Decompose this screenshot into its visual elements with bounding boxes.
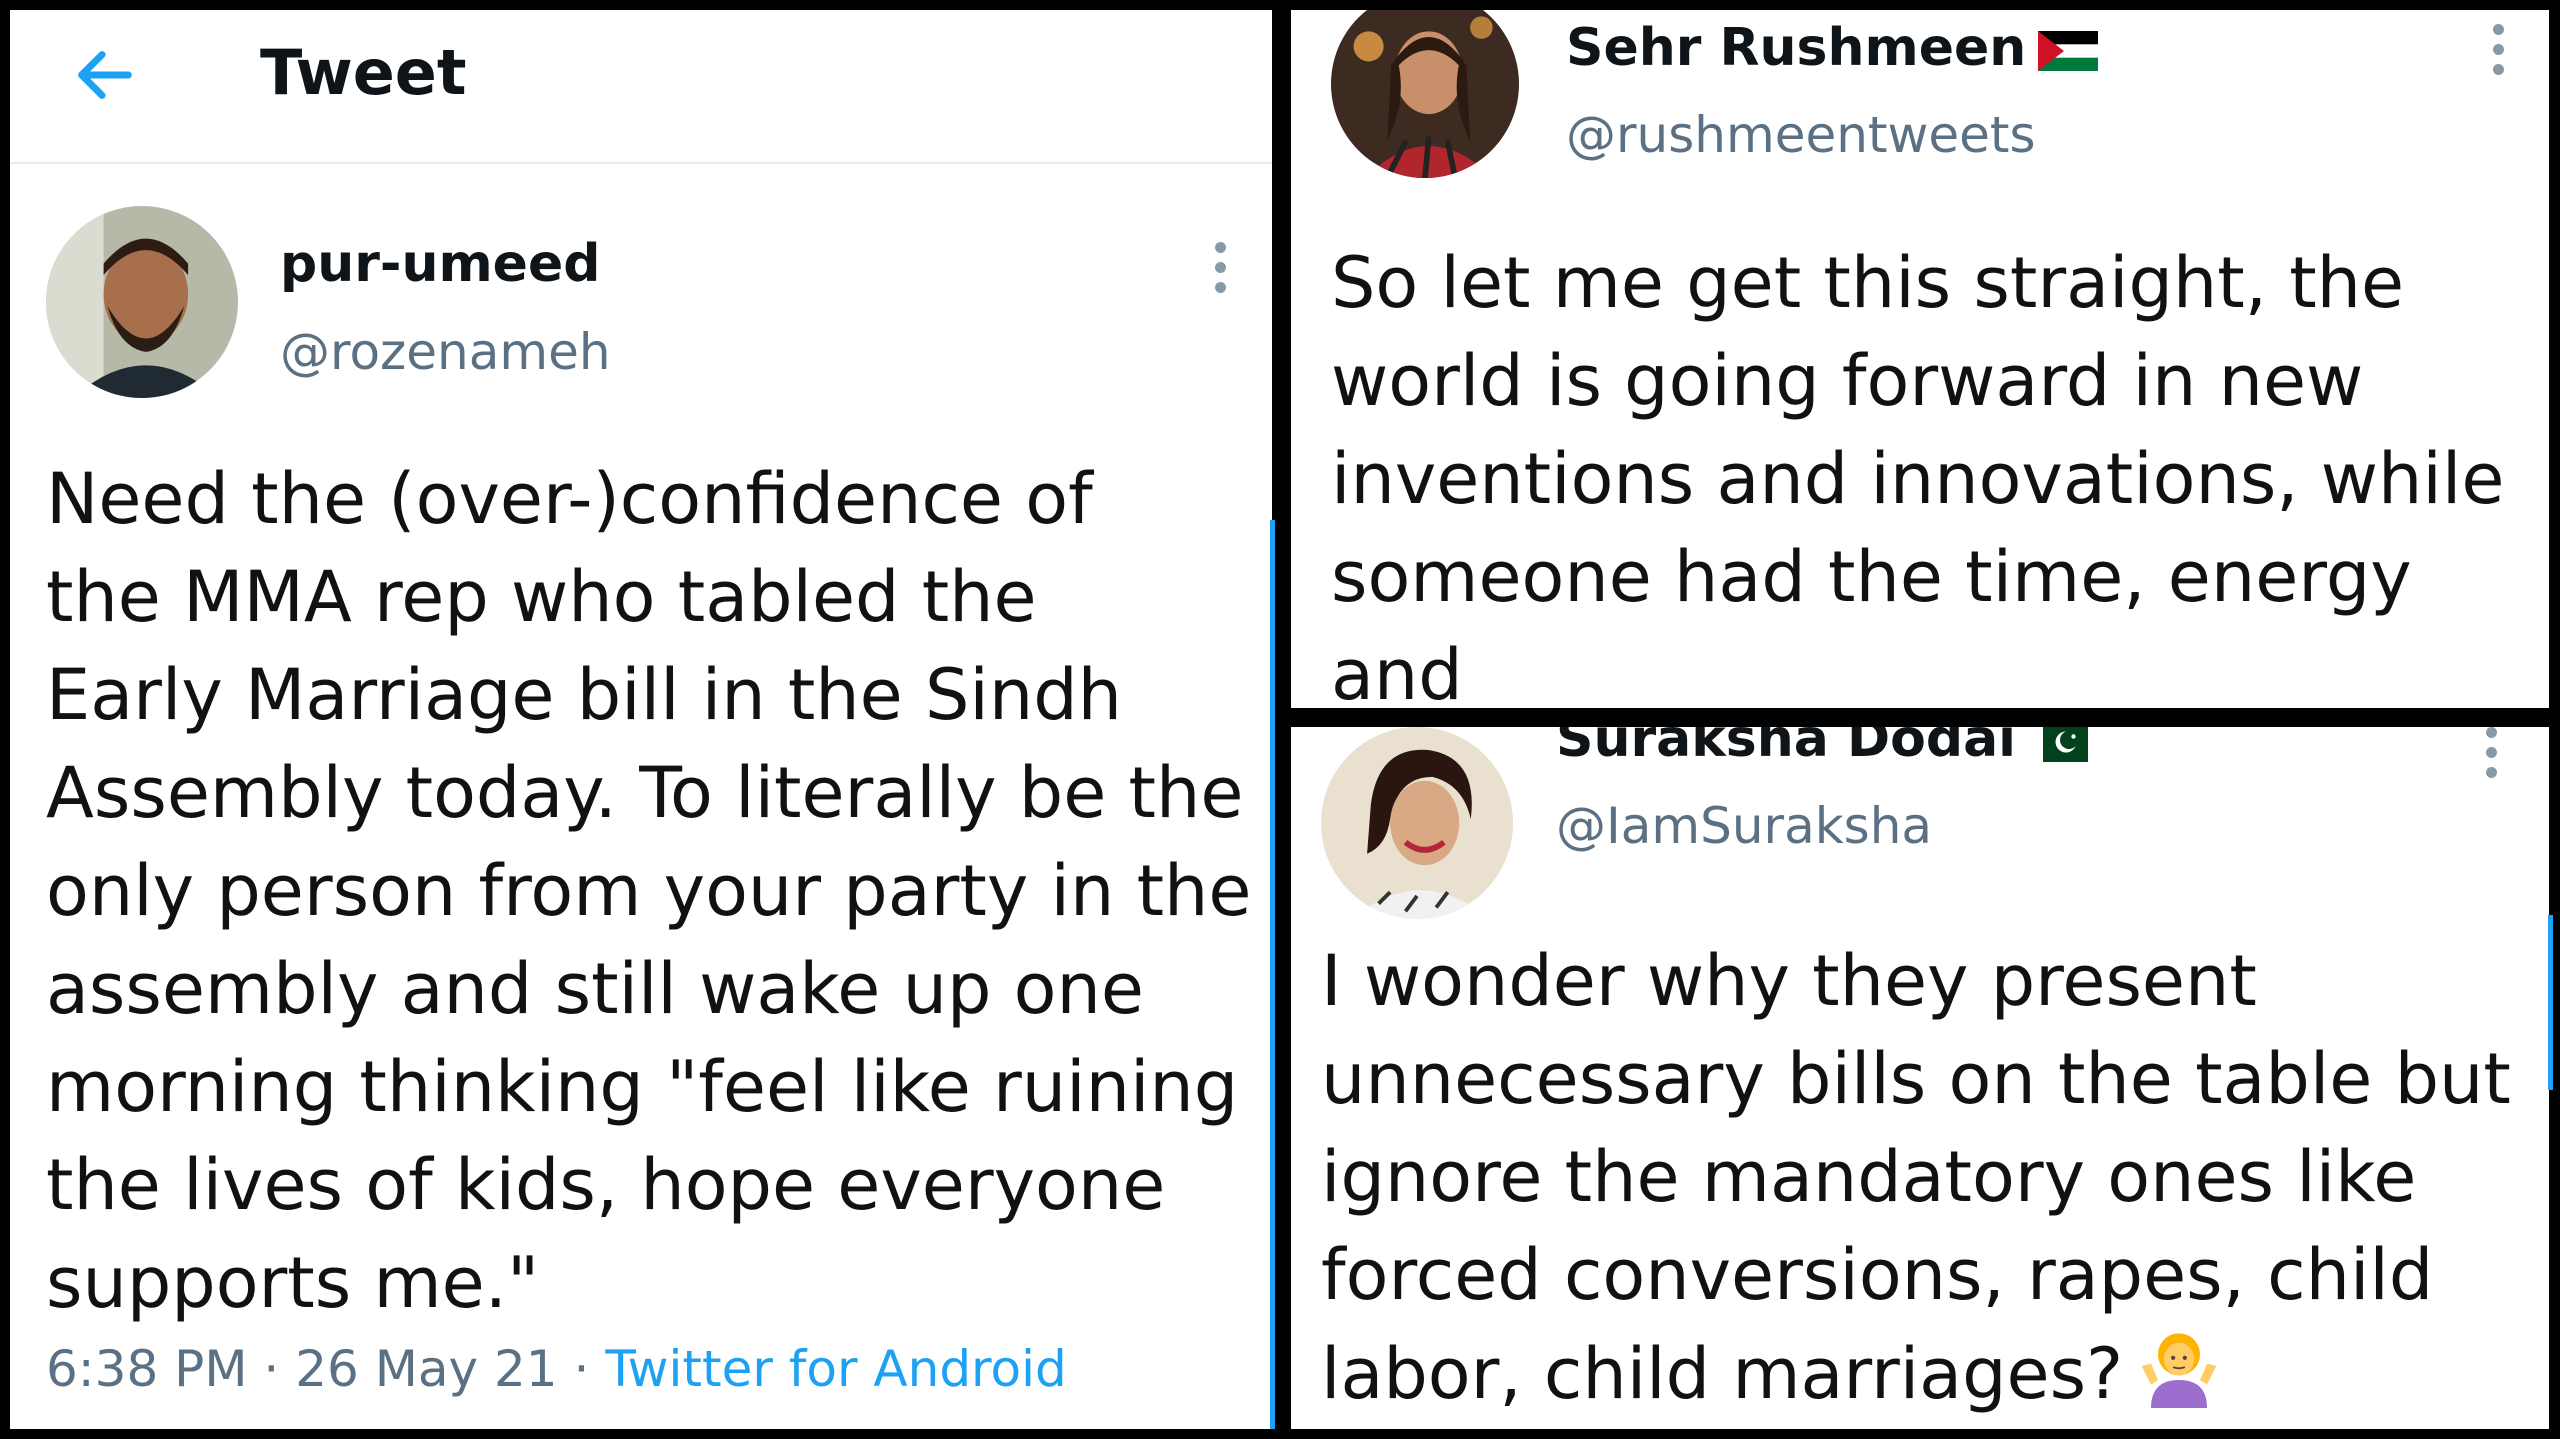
person-shrugging-emoji-icon — [2141, 1333, 2217, 1408]
meta-separator: · — [263, 1340, 280, 1398]
tweet-header-bar: Tweet — [10, 10, 1272, 164]
tweet-panel: Suraksha Dodai @IamSuraksha I wonder why… — [1291, 727, 2549, 1429]
tweet-source-link[interactable]: Twitter for Android — [605, 1340, 1066, 1398]
meta-separator: · — [573, 1340, 590, 1398]
tweet-text-content: I wonder why they present unnecessary bi… — [1321, 940, 2511, 1415]
page-title: Tweet — [260, 36, 467, 109]
scrollbar[interactable] — [2548, 915, 2553, 1090]
back-arrow-icon[interactable] — [70, 40, 140, 110]
avatar[interactable] — [1321, 727, 1513, 919]
tweet-text: Need the (over-)confidence of the MMA re… — [46, 458, 1252, 1324]
tweet-text: I wonder why they present unnecessary bi… — [1321, 932, 2541, 1423]
tweet-detail-panel: Tweet pur-umeed @rozenameh Need the (ove… — [10, 10, 1272, 1429]
scrollbar[interactable] — [1270, 520, 1275, 1429]
tweet-time: 6:38 PM — [46, 1340, 248, 1398]
display-name[interactable]: Suraksha Dodai — [1556, 727, 2088, 769]
display-name-text: Suraksha Dodai — [1556, 727, 2016, 769]
display-name-text: Sehr Rushmeen — [1566, 18, 2027, 78]
avatar[interactable] — [1331, 10, 1519, 178]
tweet-date: 26 May 21 — [295, 1340, 558, 1398]
display-name[interactable]: pur-umeed — [280, 234, 600, 294]
pakistan-flag-icon — [2027, 727, 2088, 762]
user-handle[interactable]: @IamSuraksha — [1556, 797, 1932, 855]
user-handle[interactable]: @rozenameh — [280, 323, 611, 381]
tweet-meta: 6:38 PM · 26 May 21 · Twitter for Androi… — [46, 1340, 1067, 1398]
more-options-icon[interactable] — [2484, 727, 2498, 787]
palestine-flag-icon — [2038, 31, 2099, 71]
tweet-panel: Sehr Rushmeen @rushmeentweets So let me … — [1291, 10, 2549, 708]
avatar[interactable] — [46, 206, 238, 398]
more-options-icon[interactable] — [1213, 242, 1227, 302]
display-name[interactable]: Sehr Rushmeen — [1566, 18, 2099, 78]
tweet-text: So let me get this straight, the world i… — [1331, 242, 2505, 708]
more-options-icon[interactable] — [2491, 24, 2505, 84]
user-handle[interactable]: @rushmeentweets — [1566, 106, 2036, 164]
